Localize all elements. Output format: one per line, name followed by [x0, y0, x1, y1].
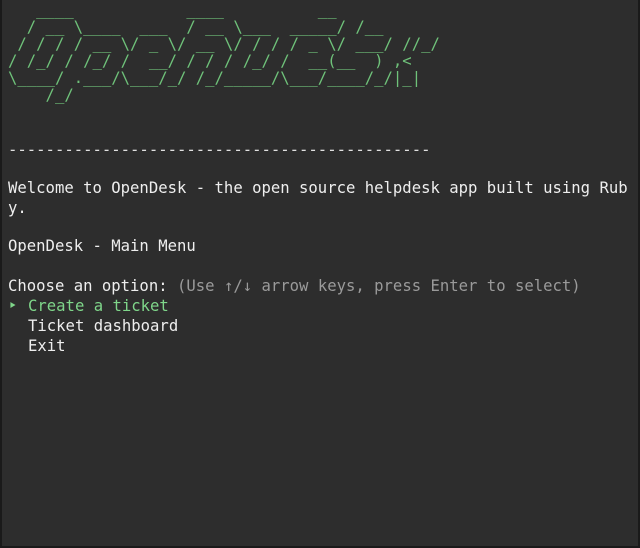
prompt-label: Choose an option: — [8, 277, 168, 295]
divider-line: ----------------------------------------… — [8, 141, 431, 159]
menu-title: OpenDesk - Main Menu — [8, 237, 196, 255]
menu-option-exit[interactable]: Exit — [8, 336, 66, 356]
menu-option-create-ticket[interactable]: ‣ Create a ticket — [8, 296, 169, 316]
banner-line: ____ ____ __ — [8, 1, 337, 19]
menu-option-ticket-dashboard[interactable]: Ticket dashboard — [8, 316, 178, 336]
prompt-line: Choose an option: (Use ↑/↓ arrow keys, p… — [8, 276, 581, 296]
menu-option-label: Ticket dashboard — [28, 317, 179, 335]
ascii-banner-logo: ____ ____ __ / __ \____ ___ / __ \___ __… — [8, 2, 440, 104]
prompt-hint: (Use ↑/↓ arrow keys, press Enter to sele… — [177, 277, 581, 295]
selection-pointer-icon: ‣ — [8, 297, 18, 315]
banner-line: / / / / __ \/ _ \/ __ \/ / / / _ \/ ___/… — [8, 35, 440, 53]
terminal-window: ____ ____ __ / __ \____ ___ / __ \___ __… — [0, 0, 640, 548]
banner-line: \____/ .___/\___/_/ /_/_____/\___/____/_… — [8, 69, 422, 87]
banner-line: /_/ — [8, 86, 74, 104]
banner-line: / /_/ / /_/ / __/ / / / /_/ / __(__ ) ,< — [8, 52, 412, 70]
welcome-message: Welcome to OpenDesk - the open source he… — [8, 179, 628, 217]
menu-option-label: Create a ticket — [28, 297, 169, 315]
banner-line: / __ \____ ___ / __ \___ _____/ /__ — [8, 18, 384, 36]
menu-option-label: Exit — [28, 337, 66, 355]
